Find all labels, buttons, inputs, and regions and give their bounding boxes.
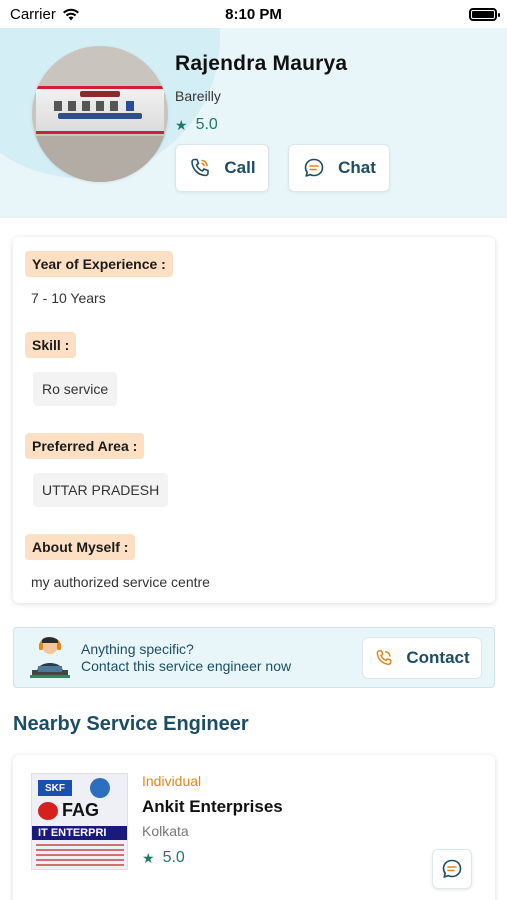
nearby-section-title: Nearby Service Engineer <box>13 713 249 735</box>
chat-bubble-icon <box>304 158 324 177</box>
nearby-engineer-name: Ankit Enterprises <box>142 797 283 816</box>
nearby-engineer-rating: ★ 5.0 <box>142 849 185 867</box>
about-label: About Myself : <box>25 534 136 560</box>
chat-label: Chat <box>338 158 376 177</box>
call-label: Call <box>224 158 256 177</box>
star-icon: ★ <box>175 116 188 133</box>
profile-rating: ★ 5.0 <box>175 116 218 134</box>
nearby-rating-value: 5.0 <box>162 849 185 866</box>
call-button[interactable]: Call <box>175 144 269 192</box>
experience-label: Year of Experience : <box>25 251 173 277</box>
banner-line-1: Anything specific? <box>81 641 194 657</box>
details-card: Year of Experience : 7 - 10 Years Skill … <box>13 237 495 603</box>
star-icon: ★ <box>142 849 155 866</box>
rating-value: 5.0 <box>195 116 218 133</box>
contact-label: Contact <box>406 648 470 667</box>
contact-banner: Anything specific? Contact this service … <box>13 627 495 688</box>
about-value: my authorized service centre <box>31 574 210 590</box>
status-bar: Carrier 8:10 PM <box>0 0 507 28</box>
nearby-engineer-image: SKF FAG IT ENTERPRI <box>31 773 128 870</box>
chat-button[interactable]: Chat <box>288 144 390 192</box>
experience-value: 7 - 10 Years <box>31 290 106 306</box>
area-chip: UTTAR PRADESH <box>33 473 169 507</box>
area-label: Preferred Area : <box>25 433 145 459</box>
support-agent-icon <box>30 637 70 678</box>
nearby-engineer-card[interactable]: SKF FAG IT ENTERPRI Individual Ankit Ent… <box>13 755 495 900</box>
banner-line-2: Contact this service engineer now <box>81 658 292 674</box>
profile-avatar <box>32 46 168 182</box>
contact-button[interactable]: Contact <box>362 637 482 679</box>
battery-icon <box>469 7 500 21</box>
carrier-label: Carrier <box>10 5 56 23</box>
phone-icon <box>191 158 210 177</box>
nearby-engineer-city: Kolkata <box>142 823 189 839</box>
chat-bubble-icon <box>442 859 462 878</box>
nearby-engineer-type: Individual <box>142 773 202 789</box>
profile-city: Bareilly <box>175 88 221 104</box>
profile-header: Rajendra Maurya Bareilly ★ 5.0 Call Chat <box>0 28 507 218</box>
skill-chip: Ro service <box>33 372 118 406</box>
nearby-chat-button[interactable] <box>432 849 472 889</box>
profile-name: Rajendra Maurya <box>175 52 348 75</box>
skill-label: Skill : <box>25 332 77 358</box>
wifi-icon <box>62 8 79 20</box>
phone-icon <box>376 650 392 665</box>
